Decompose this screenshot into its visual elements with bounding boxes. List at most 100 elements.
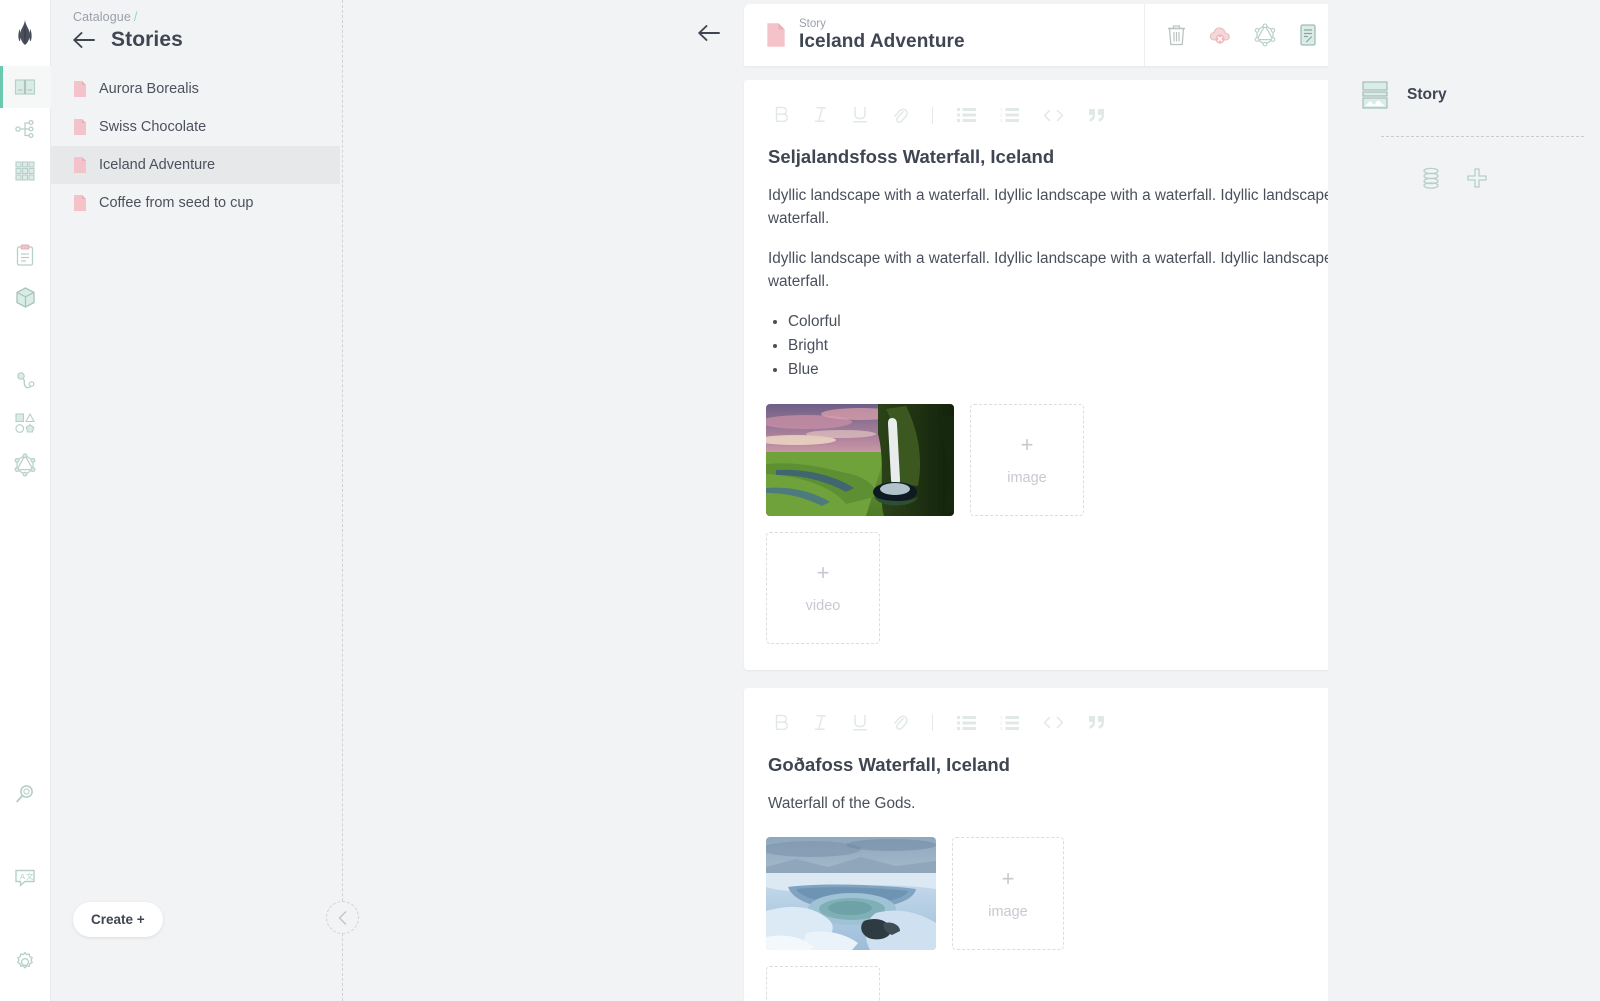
sidebar-item-forms[interactable]: [0, 234, 51, 276]
collapse-panel-button[interactable]: [326, 901, 359, 934]
search-button[interactable]: [0, 773, 51, 815]
stories-panel: Catalogue / Stories Aurora Borealis Swis…: [51, 0, 340, 1001]
toolbar-divider: [932, 106, 933, 124]
entry-identity: Story Iceland Adventure: [744, 4, 1144, 66]
bold-button[interactable]: [774, 714, 789, 732]
assets-box-icon: [15, 286, 35, 308]
entry-title-stack: Story Iceland Adventure: [799, 17, 965, 54]
link-icon: [894, 715, 908, 731]
list-item[interactable]: Aurora Borealis: [51, 70, 340, 108]
brand-logo[interactable]: [0, 0, 50, 66]
add-video-placeholder[interactable]: + video: [766, 966, 880, 1001]
italic-button[interactable]: [813, 714, 828, 732]
primary-nav-rail: A 文: [0, 0, 51, 1001]
add-block-icon: [1467, 168, 1487, 188]
bullet-list-icon: [957, 715, 976, 730]
delete-button[interactable]: [1167, 24, 1186, 46]
stories-header: Catalogue / Stories: [51, 0, 340, 52]
underline-icon: [853, 106, 867, 123]
search-icon: [16, 785, 33, 803]
settings-button[interactable]: [0, 941, 51, 983]
sidebar-item-webhooks[interactable]: [0, 360, 51, 402]
page-title: Stories: [111, 28, 183, 51]
unpublish-cloud-icon: [1209, 27, 1230, 44]
plus-icon: +: [817, 996, 830, 1001]
breadcrumb-root[interactable]: Catalogue: [73, 10, 131, 24]
add-image-placeholder[interactable]: + image: [970, 403, 1084, 516]
quote-icon: [1089, 716, 1104, 729]
breadcrumb-separator: /: [133, 10, 138, 24]
document-icon: [767, 23, 785, 47]
stack-blocks-icon: [1423, 167, 1439, 189]
svg-text:3: 3: [1000, 726, 1003, 731]
code-button[interactable]: [1043, 716, 1064, 729]
sidebar-item-components[interactable]: [0, 402, 51, 444]
code-button[interactable]: [1043, 109, 1064, 122]
add-block-button[interactable]: [1467, 168, 1487, 188]
localization-button[interactable]: A 文: [0, 857, 51, 899]
link-button[interactable]: [892, 106, 908, 125]
blocks-list-button[interactable]: [1422, 167, 1440, 189]
numbered-list-icon: 1 2 3: [1000, 715, 1019, 731]
add-image-placeholder[interactable]: + image: [952, 837, 1064, 950]
block-image-seljalandsfoss[interactable]: [766, 403, 954, 516]
link-icon: [894, 108, 908, 123]
bold-button[interactable]: [774, 106, 789, 124]
create-button[interactable]: Create +: [73, 902, 163, 937]
add-image-label: image: [1007, 469, 1047, 486]
link-button[interactable]: [892, 713, 908, 732]
numbered-list-button[interactable]: 1 2 3: [1000, 715, 1019, 731]
sidebar-item-api-playground[interactable]: [0, 444, 51, 486]
story-block-icon: [1362, 81, 1388, 109]
svg-text:2: 2: [1000, 720, 1003, 725]
entry-title: Iceland Adventure: [799, 31, 965, 53]
svg-text:文: 文: [26, 871, 34, 881]
splitter-dashed-line: [342, 0, 343, 1001]
underline-button[interactable]: [852, 106, 868, 124]
gear-icon: [17, 951, 33, 969]
list-item-label: Aurora Borealis: [99, 81, 199, 97]
list-item[interactable]: Swiss Chocolate: [51, 108, 340, 146]
sidebar-item-content[interactable]: [0, 66, 51, 108]
bullet-list-button[interactable]: [957, 715, 976, 731]
list-item[interactable]: Coffee from seed to cup: [51, 184, 340, 222]
shapes-icon: [15, 412, 35, 433]
list-item-selected[interactable]: Iceland Adventure: [51, 146, 340, 184]
document-icon: [74, 195, 86, 211]
editor-back-arrow-icon[interactable]: [698, 24, 720, 42]
numbered-list-icon: 1 2 3: [1000, 107, 1019, 123]
document-icon: [74, 157, 86, 173]
grid-apps-icon: [15, 161, 35, 181]
plus-icon: +: [816, 559, 830, 585]
chevron-left-icon: [338, 910, 346, 925]
bullet-list-button[interactable]: [957, 107, 976, 123]
webhook-icon: [17, 372, 35, 389]
content-book-icon: [14, 79, 35, 95]
quote-button[interactable]: [1088, 108, 1106, 123]
sidebar-item-schema[interactable]: [0, 108, 51, 150]
back-arrow-icon[interactable]: [73, 31, 95, 49]
sidebar-item-apps[interactable]: [0, 150, 51, 192]
graphql-button[interactable]: [1254, 23, 1276, 47]
document-icon: [74, 81, 86, 97]
italic-button[interactable]: [813, 106, 828, 124]
italic-icon: [814, 714, 827, 730]
list-item-label: Swiss Chocolate: [99, 119, 207, 135]
app-root: A 文 Catalogue / Stories Aurora Borealis …: [0, 0, 1600, 1001]
quote-button[interactable]: [1088, 715, 1106, 730]
sidebar-item-assets[interactable]: [0, 276, 51, 318]
bold-icon: [775, 714, 788, 730]
quote-icon: [1089, 108, 1104, 122]
underline-button[interactable]: [852, 714, 868, 732]
svg-text:A: A: [20, 872, 25, 881]
block-image-godafoss[interactable]: [766, 837, 936, 950]
add-image-label: image: [988, 903, 1028, 920]
bullet-list-icon: [957, 108, 976, 122]
translate-icon: A 文: [15, 869, 35, 888]
stories-title-row: Stories: [73, 28, 340, 52]
unpublish-button[interactable]: [1208, 24, 1232, 46]
add-video-placeholder[interactable]: + video: [766, 531, 880, 644]
svg-text:1: 1: [1000, 107, 1003, 112]
preview-button[interactable]: [1298, 23, 1318, 47]
numbered-list-button[interactable]: 1 2 3: [1000, 107, 1019, 123]
